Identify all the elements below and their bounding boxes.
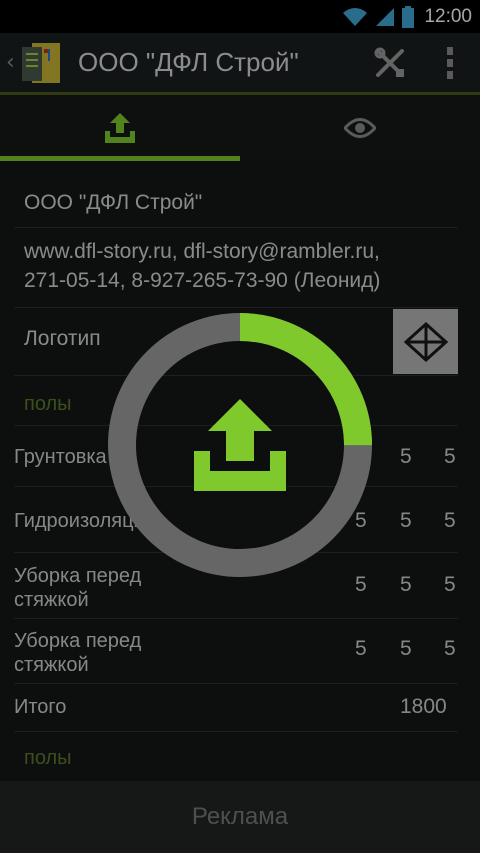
back-chevron-icon[interactable]: ‹ (6, 50, 16, 75)
eye-icon (344, 118, 376, 138)
more-vert-icon (447, 46, 453, 79)
item-label: Грунтовка (14, 446, 107, 468)
upload-progress-indicator (108, 313, 372, 577)
logo-label: Логотип (24, 327, 101, 350)
tab-upload[interactable] (0, 95, 240, 161)
status-time: 12:00 (424, 5, 472, 27)
divider (14, 307, 458, 308)
action-bar: ‹ ООО "ДФЛ Строй" (0, 33, 480, 95)
section-title: полы (24, 747, 72, 769)
company-logo-image[interactable] (393, 309, 458, 374)
upload-icon (105, 113, 135, 143)
section-title: полы (24, 393, 72, 415)
divider (14, 731, 458, 732)
contacts-line-2[interactable]: 271-05-14, 8-927-265-73-90 (Леонид) (24, 266, 380, 295)
upload-icon (194, 399, 286, 491)
total-value: 1800 (400, 695, 447, 718)
status-bar: 12:00 (0, 0, 480, 33)
item-value-2[interactable]: 5 (400, 637, 412, 661)
divider (14, 227, 458, 228)
wifi-icon (343, 7, 368, 26)
item-value-3[interactable]: 5 (444, 445, 456, 469)
tools-icon (374, 47, 404, 77)
overflow-menu-button[interactable] (420, 32, 480, 94)
divider (14, 618, 458, 619)
tab-view[interactable] (240, 95, 480, 161)
tools-button[interactable] (360, 32, 420, 94)
app-logo-icon[interactable] (18, 39, 66, 87)
signal-icon (376, 7, 395, 26)
item-label: стяжкой (14, 654, 89, 676)
tab-bar (0, 95, 480, 161)
item-value-3[interactable]: 5 (444, 637, 456, 661)
company-name-field[interactable]: ООО "ДФЛ Строй" (24, 191, 202, 215)
ad-label: Реклама (191, 803, 289, 830)
battery-icon (402, 5, 415, 28)
item-value-2[interactable]: 5 (400, 509, 412, 533)
item-value-1[interactable]: 5 (355, 637, 367, 661)
item-value-2[interactable]: 5 (400, 445, 412, 469)
page-title: ООО "ДФЛ Строй" (78, 47, 299, 77)
item-value-3[interactable]: 5 (444, 509, 456, 533)
item-label: Уборка перед (14, 630, 142, 652)
ad-banner[interactable]: Реклама (0, 781, 480, 853)
item-value-2[interactable]: 5 (400, 573, 412, 597)
unity-logo-icon (403, 321, 448, 362)
item-value-3[interactable]: 5 (444, 573, 456, 597)
divider (14, 683, 458, 684)
item-label: стяжкой (14, 589, 89, 611)
total-label: Итого (14, 696, 67, 718)
contacts-line-1[interactable]: www.dfl-story.ru, dfl-story@rambler.ru, (24, 237, 380, 266)
